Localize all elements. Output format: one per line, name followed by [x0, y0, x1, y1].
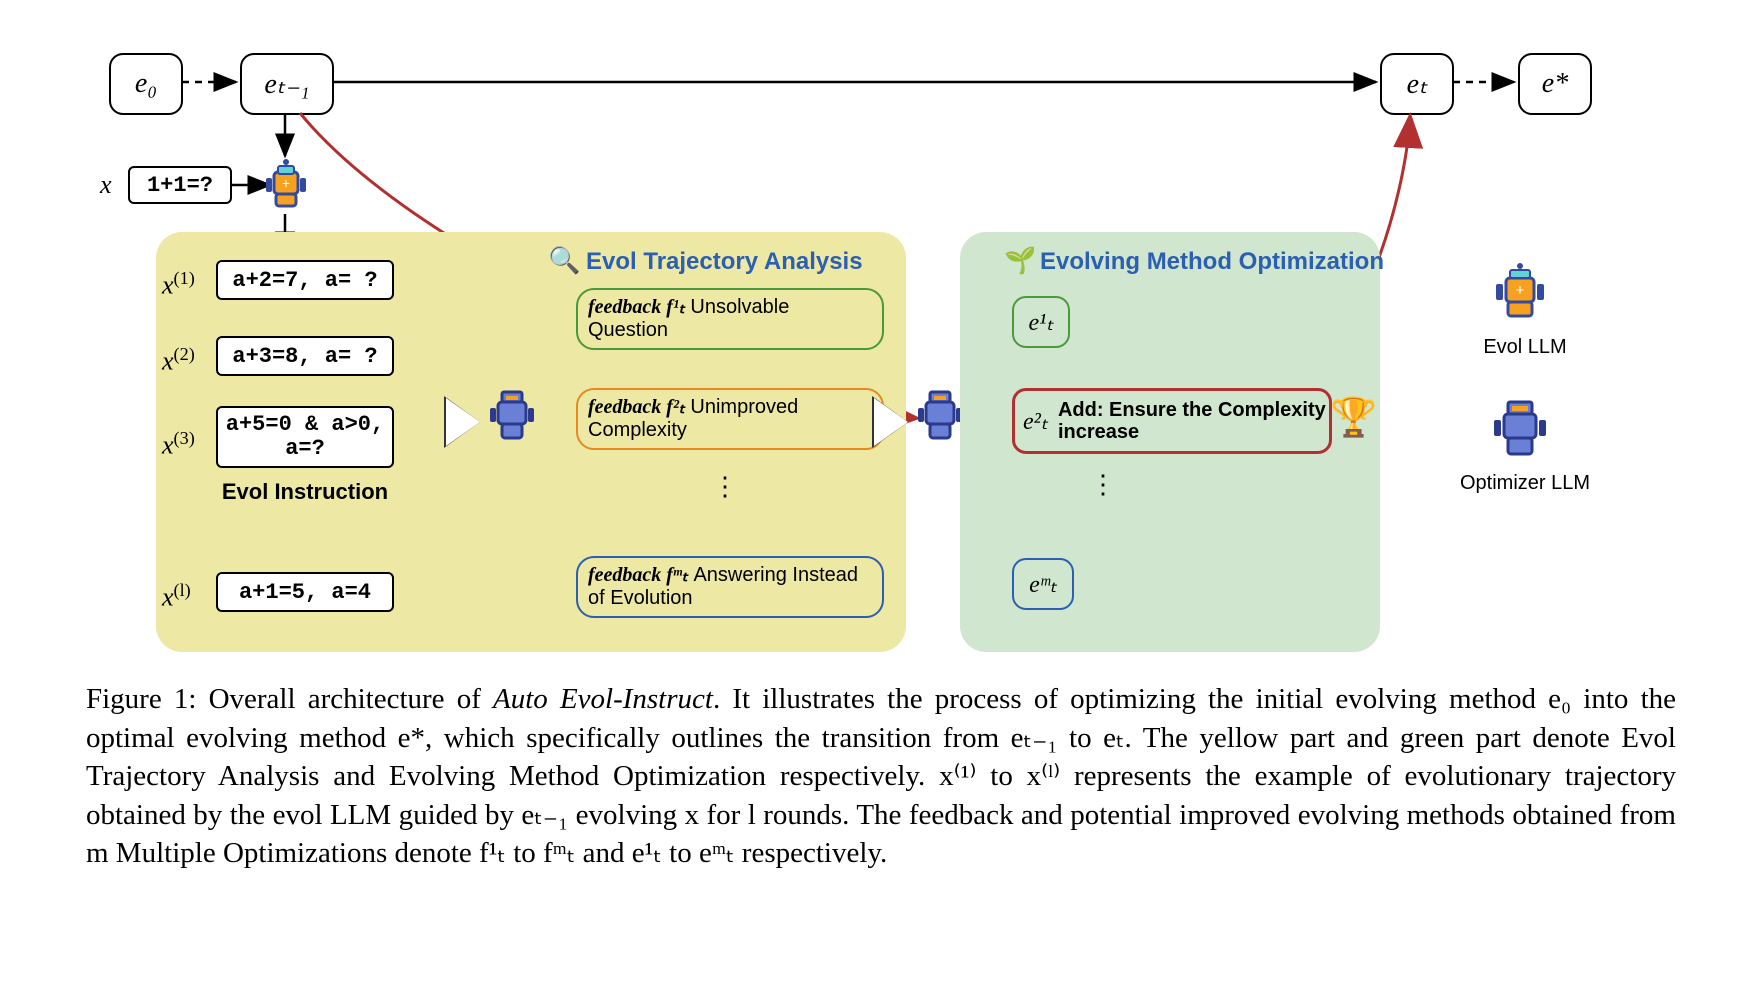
optimizer-robot-icon-1	[484, 386, 540, 448]
node-e0: e₀	[109, 53, 183, 115]
feedback-m: feedback fᵐₜ Answering Instead of Evolut…	[576, 556, 884, 618]
box-x2: a+3=8, a= ?	[216, 336, 394, 376]
sprout-icon: 🌱	[1004, 246, 1036, 276]
node-etm1: eₜ₋₁	[240, 53, 334, 115]
node-et: eₜ	[1380, 53, 1454, 115]
ebox-em: eᵐₜ	[1012, 558, 1074, 610]
label-xl: x(l)	[162, 580, 191, 613]
evol-robot-icon: +	[258, 158, 314, 218]
feedback-2: feedback f²ₜ Unimproved Complexity	[576, 388, 884, 450]
box-x1: a+2=7, a= ?	[216, 260, 394, 300]
svg-text:+: +	[282, 175, 290, 191]
ellipsis-methods: ⋮	[1090, 470, 1116, 500]
figure-caption: Figure 1: Overall architecture of Auto E…	[86, 680, 1676, 873]
ebox-e1: e¹ₜ	[1012, 296, 1070, 348]
svg-text:+: +	[1516, 282, 1525, 299]
feedback-1: feedback f¹ₜ Unsolvable Question	[576, 288, 884, 350]
arrow-to-analysis	[444, 396, 480, 448]
legend-evol-label: Evol LLM	[1470, 336, 1580, 359]
magnifier-bug-icon: 🔍	[548, 246, 580, 276]
title-method-optimization: Evolving Method Optimization	[1040, 248, 1384, 276]
title-trajectory-analysis: Evol Trajectory Analysis	[586, 248, 863, 276]
label-evol-instruction: Evol Instruction	[216, 480, 394, 504]
ebox-e2-label: e²ₜ	[1023, 407, 1048, 436]
ebox-e2: e²ₜ Add: Ensure the Complexity increase	[1012, 388, 1332, 454]
label-x3: x(3)	[162, 428, 195, 461]
legend-optimizer-label: Optimizer LLM	[1452, 472, 1598, 495]
arrow-to-optimization	[872, 396, 908, 448]
node-estar: e*	[1518, 53, 1592, 115]
ebox-e2-text: Add: Ensure the Complexity increase	[1058, 399, 1329, 443]
label-x: x	[100, 170, 112, 200]
label-x2: x(2)	[162, 344, 195, 377]
trophy-icon: 🏆	[1330, 396, 1377, 440]
legend-evol-robot-icon: +	[1488, 262, 1552, 330]
ellipsis-feedback: ⋮	[712, 472, 738, 502]
box-x3: a+5=0 & a>0, a=?	[216, 406, 394, 468]
box-xl: a+1=5, a=4	[216, 572, 394, 612]
legend-optimizer-robot-icon	[1488, 396, 1552, 466]
box-x-input: 1+1=?	[128, 166, 232, 204]
label-x1: x(1)	[162, 268, 195, 301]
